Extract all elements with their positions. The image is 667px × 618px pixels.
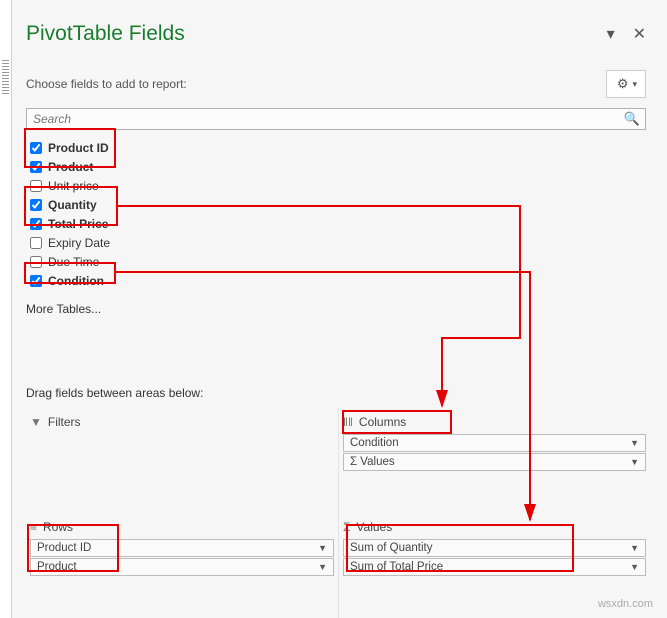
- choose-fields-label: Choose fields to add to report:: [26, 77, 187, 91]
- field-expiry-date[interactable]: Expiry Date: [26, 233, 646, 252]
- splitter-handle-icon: [2, 60, 9, 94]
- more-tables-link[interactable]: More Tables...: [26, 302, 646, 316]
- checkbox-condition[interactable]: [30, 275, 42, 287]
- area-item-sum-total-price[interactable]: Sum of Total Price ▼: [343, 558, 646, 576]
- drag-fields-label: Drag fields between areas below:: [26, 386, 646, 400]
- filter-icon: ▼: [30, 415, 42, 429]
- chevron-down-icon: ▾: [632, 79, 637, 90]
- area-columns[interactable]: ‖‖ Columns Condition ▼ Σ Values ▼: [338, 408, 650, 513]
- rows-icon: ≡: [30, 520, 37, 534]
- drop-areas: ▼ Filters ‖‖ Columns Condition ▼ Σ Value…: [26, 408, 650, 618]
- area-item-label: Sum of Quantity: [350, 542, 432, 554]
- field-product[interactable]: Product: [26, 157, 646, 176]
- chevron-down-icon[interactable]: ▼: [318, 543, 327, 553]
- checkbox-product-id[interactable]: [30, 142, 42, 154]
- area-title: Values: [356, 520, 392, 534]
- field-label: Quantity: [48, 198, 97, 212]
- field-quantity[interactable]: Quantity: [26, 195, 646, 214]
- pane-splitter[interactable]: [0, 0, 12, 618]
- area-item-label: Condition: [350, 437, 399, 449]
- area-item-label: Product: [37, 561, 77, 573]
- field-label: Condition: [48, 274, 104, 288]
- checkbox-product[interactable]: [30, 161, 42, 173]
- area-item-label: Product ID: [37, 542, 91, 554]
- close-button[interactable]: ✕: [633, 24, 646, 44]
- checkbox-expiry-date[interactable]: [30, 237, 42, 249]
- field-condition[interactable]: Condition: [26, 271, 646, 290]
- search-icon: 🔍: [624, 111, 640, 127]
- checkbox-unit-price[interactable]: [30, 180, 42, 192]
- area-title: Rows: [43, 520, 73, 534]
- pivot-fields-pane: PivotTable Fields ▾ ✕ Choose fields to a…: [12, 0, 664, 618]
- area-item-sigma-values[interactable]: Σ Values ▼: [343, 453, 646, 471]
- area-item-sum-quantity[interactable]: Sum of Quantity ▼: [343, 539, 646, 557]
- field-label: Product: [48, 160, 93, 174]
- area-rows[interactable]: ≡ Rows Product ID ▼ Product ▼: [26, 513, 338, 618]
- area-item-product-id[interactable]: Product ID ▼: [30, 539, 334, 557]
- search-input[interactable]: [26, 108, 646, 130]
- field-label: Product ID: [48, 141, 109, 155]
- field-unit-price[interactable]: Unit price: [26, 176, 646, 195]
- field-list: Product ID Product Unit price Quantity T…: [26, 138, 646, 290]
- chevron-down-icon[interactable]: ▼: [630, 543, 639, 553]
- watermark-text: wsxdn.com: [598, 598, 653, 610]
- chevron-down-icon[interactable]: ▼: [318, 562, 327, 572]
- pane-header: PivotTable Fields ▾ ✕: [26, 0, 646, 48]
- area-item-label: Σ Values: [350, 456, 395, 468]
- field-due-time[interactable]: Due Time: [26, 252, 646, 271]
- gear-icon: ⚙: [617, 76, 629, 92]
- area-filters[interactable]: ▼ Filters: [26, 408, 338, 513]
- checkbox-total-price[interactable]: [30, 218, 42, 230]
- field-total-price[interactable]: Total Price: [26, 214, 646, 233]
- field-label: Total Price: [48, 217, 108, 231]
- checkbox-due-time[interactable]: [30, 256, 42, 268]
- area-item-product[interactable]: Product ▼: [30, 558, 334, 576]
- field-label: Expiry Date: [48, 236, 110, 250]
- field-label: Unit price: [48, 179, 99, 193]
- field-product-id[interactable]: Product ID: [26, 138, 646, 157]
- search-container: 🔍: [26, 108, 646, 130]
- collapse-button[interactable]: ▾: [607, 24, 615, 44]
- columns-icon: ‖‖: [343, 415, 353, 429]
- area-item-label: Sum of Total Price: [350, 561, 443, 573]
- area-title: Filters: [48, 415, 81, 429]
- checkbox-quantity[interactable]: [30, 199, 42, 211]
- chevron-down-icon[interactable]: ▼: [630, 457, 639, 467]
- tools-dropdown[interactable]: ⚙ ▾: [606, 70, 646, 98]
- sigma-icon: Σ: [343, 520, 350, 534]
- chevron-down-icon[interactable]: ▼: [630, 562, 639, 572]
- pane-title: PivotTable Fields: [26, 22, 185, 46]
- field-label: Due Time: [48, 255, 99, 269]
- area-item-condition[interactable]: Condition ▼: [343, 434, 646, 452]
- area-title: Columns: [359, 415, 406, 429]
- chevron-down-icon[interactable]: ▼: [630, 438, 639, 448]
